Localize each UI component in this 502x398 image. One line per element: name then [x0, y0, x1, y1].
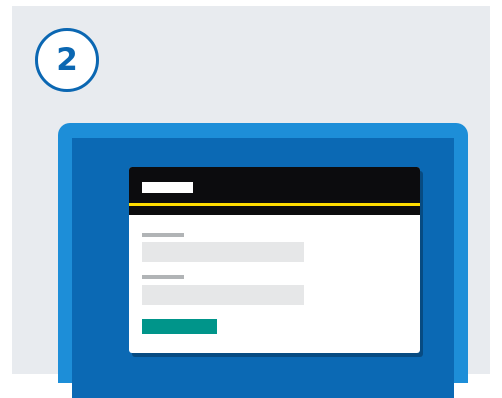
header-logo-placeholder: [142, 182, 193, 193]
device-screen: [72, 138, 454, 398]
header-strip: [129, 206, 420, 215]
field-label-placeholder: [142, 233, 184, 237]
text-input-placeholder: [142, 285, 304, 305]
illustration-panel: 2: [12, 6, 490, 398]
text-input-placeholder: [142, 242, 304, 262]
form-page-illustration: [129, 167, 420, 353]
page-header: [129, 167, 420, 203]
field-label-placeholder: [142, 275, 184, 279]
submit-button-placeholder: [142, 319, 217, 334]
device-frame: [58, 123, 468, 398]
step-number: 2: [56, 41, 78, 78]
step-number-badge: 2: [35, 28, 99, 92]
